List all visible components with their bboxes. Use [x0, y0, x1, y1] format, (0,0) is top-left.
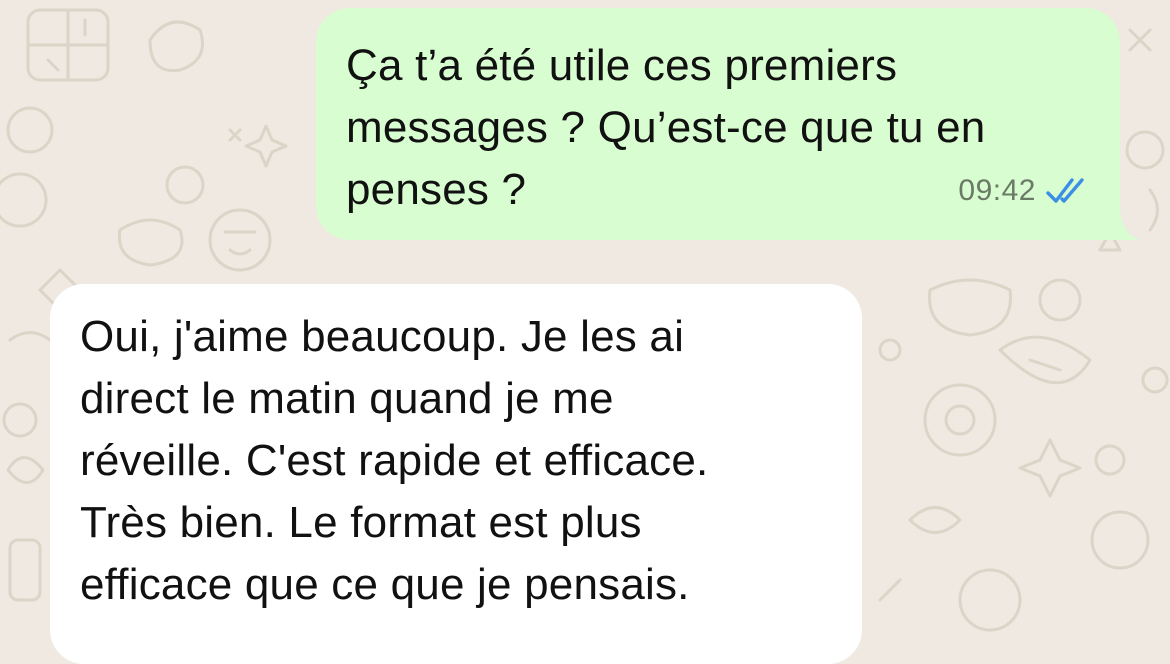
incoming-message-text: Oui, j'aime beaucoup. Je les ai direct l… — [80, 312, 709, 609]
bubble-tail — [1110, 210, 1140, 240]
incoming-message-bubble[interactable]: Oui, j'aime beaucoup. Je les ai direct l… — [50, 284, 862, 664]
message-time: 09:42 — [958, 174, 1036, 207]
double-check-icon — [1046, 178, 1084, 203]
message-meta: 09:42 — [958, 160, 1090, 222]
outgoing-message-bubble[interactable]: Ça t’a été utile ces premiers messages ?… — [316, 8, 1140, 240]
